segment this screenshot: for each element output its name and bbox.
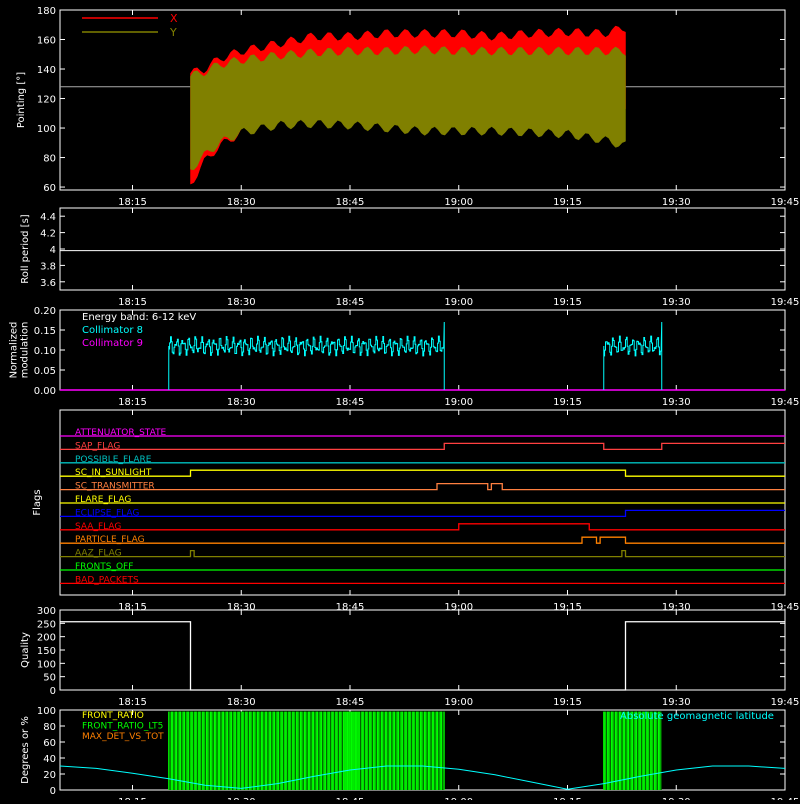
y-tick-label: 80 xyxy=(43,722,56,733)
y-axis-label: Quality xyxy=(20,632,31,668)
y-tick-label: 4 xyxy=(50,245,56,256)
flag-label: SC_TRANSMITTER xyxy=(75,482,155,492)
x-tick-label: 18:15 xyxy=(118,697,147,708)
x-tick-label: 19:00 xyxy=(444,697,473,708)
y-tick-label: 120 xyxy=(37,95,56,106)
flag-label: BAD_PACKETS xyxy=(75,575,139,585)
y-tick-label: 50 xyxy=(43,673,56,684)
y-tick-label: 150 xyxy=(37,646,56,657)
legend-label: Collimator 8 xyxy=(82,325,143,336)
y-axis-label: modulation xyxy=(20,322,31,379)
y-tick-label: 0 xyxy=(50,786,56,797)
x-tick-label: 18:30 xyxy=(227,397,256,408)
x-tick-label: 19:45 xyxy=(771,197,800,208)
flag-label: ECLIPSE_FLAG xyxy=(75,508,139,518)
y-axis-label: Normalized xyxy=(9,322,20,379)
y-axis-label: Degrees or % xyxy=(20,716,31,784)
y-tick-label: 0.05 xyxy=(34,366,56,377)
y-tick-label: 100 xyxy=(37,706,56,717)
y-tick-label: 60 xyxy=(43,738,56,749)
y-axis-label: Pointing [°] xyxy=(16,72,27,128)
x-tick-label: 19:30 xyxy=(662,297,691,308)
x-tick-label: 19:45 xyxy=(771,397,800,408)
y-axis-label: Roll period [s] xyxy=(20,214,31,283)
y-tick-label: 180 xyxy=(37,6,56,17)
summary-plot-canvas: 18:15 18:30 18:45 19:00 19:15 19:30 19:45 60 80 1… xyxy=(0,0,800,804)
flag-label: SAA_FLAG xyxy=(75,522,121,532)
flag-label: FLARE_FLAG xyxy=(75,495,131,505)
x-tick-label: 18:15 xyxy=(118,197,147,208)
flag-label: POSSIBLE_FLARE xyxy=(75,455,152,465)
x-tick-label: 19:15 xyxy=(553,297,582,308)
legend-label: FRONT_RATIO_LT5 xyxy=(82,722,163,732)
y-tick-label: 250 xyxy=(37,619,56,630)
x-tick-label: 19:45 xyxy=(771,297,800,308)
x-tick-label: 18:30 xyxy=(227,297,256,308)
x-tick-label: 19:15 xyxy=(553,197,582,208)
x-tick-label: 19:15 xyxy=(553,397,582,408)
x-tick-label: 19:30 xyxy=(662,197,691,208)
y-tick-label: 0.10 xyxy=(34,346,56,357)
y-tick-label: 3.6 xyxy=(40,278,56,289)
flag-label: FRONTS_OFF xyxy=(75,562,133,572)
energy-band-annotation: Energy band: 6-12 keV xyxy=(82,312,196,323)
legend-label: MAX_DET_VS_TOT xyxy=(82,732,164,742)
x-tick-label: 18:15 xyxy=(118,397,147,408)
x-tick-label: 18:30 xyxy=(227,197,256,208)
x-tick-label: 19:00 xyxy=(444,297,473,308)
observation-summary-figure: 18:15 18:30 18:45 19:00 19:15 19:30 19:45 60 80 1… xyxy=(0,0,800,804)
flag-label: ATTENUATOR_STATE xyxy=(75,428,167,438)
y-tick-label: 300 xyxy=(37,606,56,617)
x-tick-label: 19:00 xyxy=(444,397,473,408)
y-tick-label: 0 xyxy=(50,686,56,697)
x-tick-label: 18:45 xyxy=(336,197,365,208)
y-tick-label: 140 xyxy=(37,65,56,76)
y-tick-label: 40 xyxy=(43,754,56,765)
x-tick-label: 19:15 xyxy=(553,697,582,708)
x-tick-label: 19:00 xyxy=(444,197,473,208)
y-tick-label: 3.8 xyxy=(40,261,56,272)
y-tick-label: 0.00 xyxy=(34,386,56,397)
x-tick-label: 19:30 xyxy=(662,697,691,708)
x-tick-label: 18:30 xyxy=(227,697,256,708)
latitude-annotation: Absolute geomagnetic latitude xyxy=(620,711,774,722)
y-tick-label: 80 xyxy=(43,154,56,165)
legend-label: Y xyxy=(169,26,177,39)
y-tick-label: 4.2 xyxy=(40,229,56,240)
y-tick-label: 20 xyxy=(43,770,56,781)
y-tick-label: 60 xyxy=(43,183,56,194)
y-tick-label: 200 xyxy=(37,633,56,644)
x-tick-label: 19:30 xyxy=(662,397,691,408)
y-tick-label: 160 xyxy=(37,36,56,47)
legend-label: Collimator 9 xyxy=(82,338,143,349)
y-tick-label: 100 xyxy=(37,124,56,135)
y-tick-label: 100 xyxy=(37,659,56,670)
flag-label: SAP_FLAG xyxy=(75,441,120,451)
y-tick-label: 4.4 xyxy=(40,212,56,223)
x-tick-label: 18:45 xyxy=(336,397,365,408)
x-tick-label: 18:45 xyxy=(336,297,365,308)
flag-label: AAZ_FLAG xyxy=(75,549,122,559)
x-tick-label: 18:15 xyxy=(118,297,147,308)
flag-label: PARTICLE_FLAG xyxy=(75,535,145,545)
flag-label: SC_IN_SUNLIGHT xyxy=(75,468,152,478)
y-tick-label: 0.20 xyxy=(34,306,56,317)
y-axis-label: Flags xyxy=(32,489,43,515)
x-tick-label: 19:45 xyxy=(771,697,800,708)
x-tick-label: 18:45 xyxy=(336,697,365,708)
legend-label: FRONT_RATIO xyxy=(82,711,144,721)
y-tick-label: 0.15 xyxy=(34,326,56,337)
legend-label: X xyxy=(170,12,178,25)
